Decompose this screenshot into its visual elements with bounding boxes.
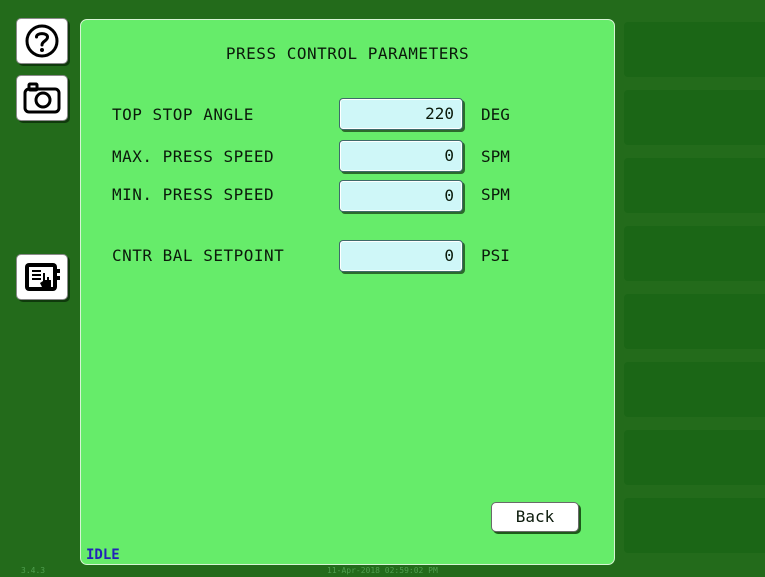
cntr-bal-setpoint-field[interactable]: 0 bbox=[339, 240, 463, 272]
back-button[interactable]: Back bbox=[491, 502, 579, 532]
side-button-3[interactable] bbox=[624, 158, 765, 213]
side-button-5[interactable] bbox=[624, 294, 765, 349]
top-stop-angle-label: TOP STOP ANGLE bbox=[112, 105, 254, 124]
help-button[interactable] bbox=[16, 18, 68, 64]
min-press-speed-field[interactable]: 0 bbox=[339, 180, 463, 212]
datetime-text: 11-Apr-2018 02:59:02 PM bbox=[327, 566, 438, 575]
max-press-speed-label: MAX. PRESS SPEED bbox=[112, 147, 275, 166]
side-button-4[interactable] bbox=[624, 226, 765, 281]
top-stop-angle-unit: DEG bbox=[481, 105, 510, 124]
max-press-speed-unit: SPM bbox=[481, 147, 510, 166]
min-press-speed-label: MIN. PRESS SPEED bbox=[112, 185, 275, 204]
cntr-bal-setpoint-unit: PSI bbox=[481, 246, 510, 265]
side-button-7[interactable] bbox=[624, 430, 765, 485]
side-button-2[interactable] bbox=[624, 90, 765, 145]
side-button-1[interactable] bbox=[624, 22, 765, 77]
min-press-speed-unit: SPM bbox=[481, 185, 510, 204]
top-stop-angle-field[interactable]: 220 bbox=[339, 98, 463, 130]
camera-button[interactable] bbox=[16, 75, 68, 121]
panel-title: PRESS CONTROL PARAMETERS bbox=[225, 44, 470, 63]
max-press-speed-field[interactable]: 0 bbox=[339, 140, 463, 172]
status-label: IDLE bbox=[86, 547, 120, 563]
touch-menu-button[interactable] bbox=[16, 254, 68, 300]
side-button-6[interactable] bbox=[624, 362, 765, 417]
version-text: 3.4.3 bbox=[21, 566, 46, 575]
cntr-bal-setpoint-label: CNTR BAL SETPOINT bbox=[112, 246, 285, 265]
side-button-8[interactable] bbox=[624, 498, 765, 553]
help-circle-icon bbox=[25, 24, 59, 58]
touchscreen-hand-icon bbox=[25, 263, 60, 291]
parameters-panel: PRESS CONTROL PARAMETERS TOP STOP ANGLE … bbox=[80, 19, 615, 565]
camera-icon bbox=[23, 82, 61, 114]
